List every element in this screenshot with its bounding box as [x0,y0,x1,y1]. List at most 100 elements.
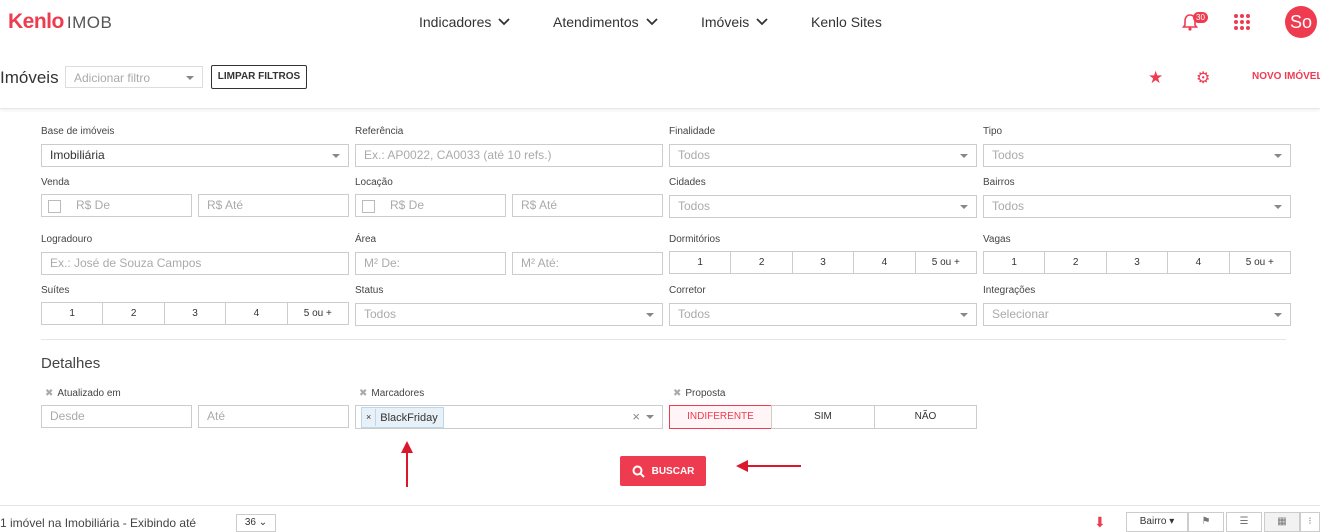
vagas-option-5plus[interactable]: 5 ou + [1230,252,1290,273]
locacao-label: Locação [355,177,393,188]
gear-icon[interactable]: ⚙ [1196,68,1210,88]
caret-down-icon [1274,313,1282,317]
corretor-value: Todos [678,307,711,321]
marcadores-label-wrap: ✖ Marcadores [359,388,424,399]
area-to-input[interactable]: M² Até: [512,252,663,275]
sort-value: Bairro [1139,516,1167,527]
nav-indicadores[interactable]: Indicadores [419,14,511,30]
suites-option-4[interactable]: 4 [226,303,288,324]
results-bar: 1 imóvel na Imobiliária - Exibindo até 3… [0,505,1320,532]
referencia-input[interactable]: Ex.: AP0022, CA0033 (até 10 refs.) [355,144,663,167]
area-from-input[interactable]: M² De: [355,252,506,275]
nav-kenlo-sites-label: Kenlo Sites [811,14,882,30]
finalidade-label: Finalidade [669,126,716,137]
logradouro-input[interactable]: Ex.: José de Souza Campos [41,252,349,275]
page-title: Imóveis [0,68,59,87]
remove-filter-icon[interactable]: ✖ [45,388,53,399]
proposta-label-wrap: ✖ Proposta [673,388,725,399]
search-button-label: BUSCAR [651,465,695,477]
chevron-down-icon [498,18,511,26]
base-label: Base de imóveis [41,126,115,137]
locacao-to-input[interactable]: R$ Até [512,194,663,217]
clear-icon[interactable]: × [632,406,640,427]
nav-imoveis[interactable]: Imóveis [701,14,769,30]
vagas-option-2[interactable]: 2 [1045,252,1107,273]
notification-badge: 30 [1193,12,1208,23]
details-title: Detalhes [41,355,101,372]
top-navbar: Kenlo IMOB Indicadores Atendimentos Imóve… [0,0,1320,46]
finalidade-select[interactable]: Todos [669,144,977,167]
bairros-select[interactable]: Todos [983,195,1291,218]
sort-select[interactable]: Bairro ▾ [1126,512,1188,532]
chevron-down-icon [756,18,768,26]
venda-checkbox[interactable] [48,200,61,213]
vagas-option-1[interactable]: 1 [984,252,1046,273]
vagas-option-4[interactable]: 4 [1168,252,1230,273]
venda-label: Venda [41,177,70,188]
tipo-label: Tipo [983,126,1003,137]
remove-tag-icon[interactable]: × [362,409,377,426]
remove-filter-icon[interactable]: ✖ [359,388,367,399]
nav-indicadores-label: Indicadores [419,14,492,30]
vagas-label: Vagas [983,234,1011,245]
apps-grid-icon[interactable] [1234,14,1250,30]
suites-option-3[interactable]: 3 [165,303,227,324]
dormitorios-option-1[interactable]: 1 [670,252,732,273]
cidades-label: Cidades [669,177,706,188]
logradouro-label: Logradouro [41,234,93,245]
page-toolbar: Imóveis Adicionar filtro LIMPAR FILTROS … [0,56,1320,109]
atualizado-label-wrap: ✖ Atualizado em [45,388,121,399]
locacao-from-input[interactable]: R$ De [355,194,506,217]
nav-atendimentos[interactable]: Atendimentos [553,14,659,30]
referencia-label: Referência [355,126,404,137]
avatar[interactable]: So [1285,6,1317,38]
locacao-checkbox[interactable] [362,200,375,213]
tipo-select[interactable]: Todos [983,144,1291,167]
new-property-link[interactable]: NOVO IMÓVEL [1252,71,1320,82]
integracoes-label: Integrações [983,285,1036,296]
base-select[interactable]: Imobiliária [41,144,349,167]
proposta-label: Proposta [685,388,726,399]
vagas-selector: 1 2 3 4 5 ou + [983,251,1291,274]
suites-option-1[interactable]: 1 [42,303,104,324]
annotation-arrow-left [736,460,801,472]
cidades-select[interactable]: Todos [669,195,977,218]
venda-to-input[interactable]: R$ Até [198,194,349,217]
star-icon[interactable]: ★ [1148,68,1163,88]
atualizado-label: Atualizado em [57,388,121,399]
atualizado-from-input[interactable]: Desde [41,405,192,428]
integracoes-select[interactable]: Selecionar [983,303,1291,326]
clear-filters-button[interactable]: LIMPAR FILTROS [211,65,307,89]
proposta-indiferente[interactable]: INDIFERENTE [669,405,772,429]
corretor-select[interactable]: Todos [669,303,977,326]
search-button[interactable]: BUSCAR [620,456,706,486]
dormitorios-option-3[interactable]: 3 [793,252,855,273]
nav-kenlo-sites[interactable]: Kenlo Sites [811,14,882,30]
tipo-value: Todos [992,148,1025,162]
suites-option-2[interactable]: 2 [103,303,165,324]
map-view-icon[interactable]: ⚑ [1188,512,1224,532]
dormitorios-label: Dormitórios [669,234,721,245]
status-select[interactable]: Todos [355,303,663,326]
suites-option-5plus[interactable]: 5 ou + [288,303,348,324]
kenlo-logo[interactable]: Kenlo IMOB [8,10,112,34]
caret-down-icon [1274,154,1282,158]
atualizado-to-input[interactable]: Até [198,405,349,428]
dormitorios-option-2[interactable]: 2 [731,252,793,273]
proposta-sim[interactable]: SIM [771,405,875,429]
download-icon[interactable]: ⬇ [1094,514,1106,531]
bairros-label: Bairros [983,177,1015,188]
per-page-value: 36 [244,517,256,528]
dormitorios-option-5plus[interactable]: 5 ou + [916,252,976,273]
per-page-select[interactable]: 36 ⌄ [236,514,276,532]
list-view-icon[interactable]: ☰ [1226,512,1262,532]
grid-view-icon[interactable]: ⁝ [1300,512,1320,532]
vagas-option-3[interactable]: 3 [1107,252,1169,273]
remove-filter-icon[interactable]: ✖ [673,388,681,399]
venda-from-input[interactable]: R$ De [41,194,192,217]
add-filter-select[interactable]: Adicionar filtro [65,66,203,88]
dormitorios-option-4[interactable]: 4 [854,252,916,273]
caret-down-icon [960,154,968,158]
table-view-icon[interactable]: ▦ [1264,512,1300,532]
proposta-nao[interactable]: NÃO [874,405,977,429]
